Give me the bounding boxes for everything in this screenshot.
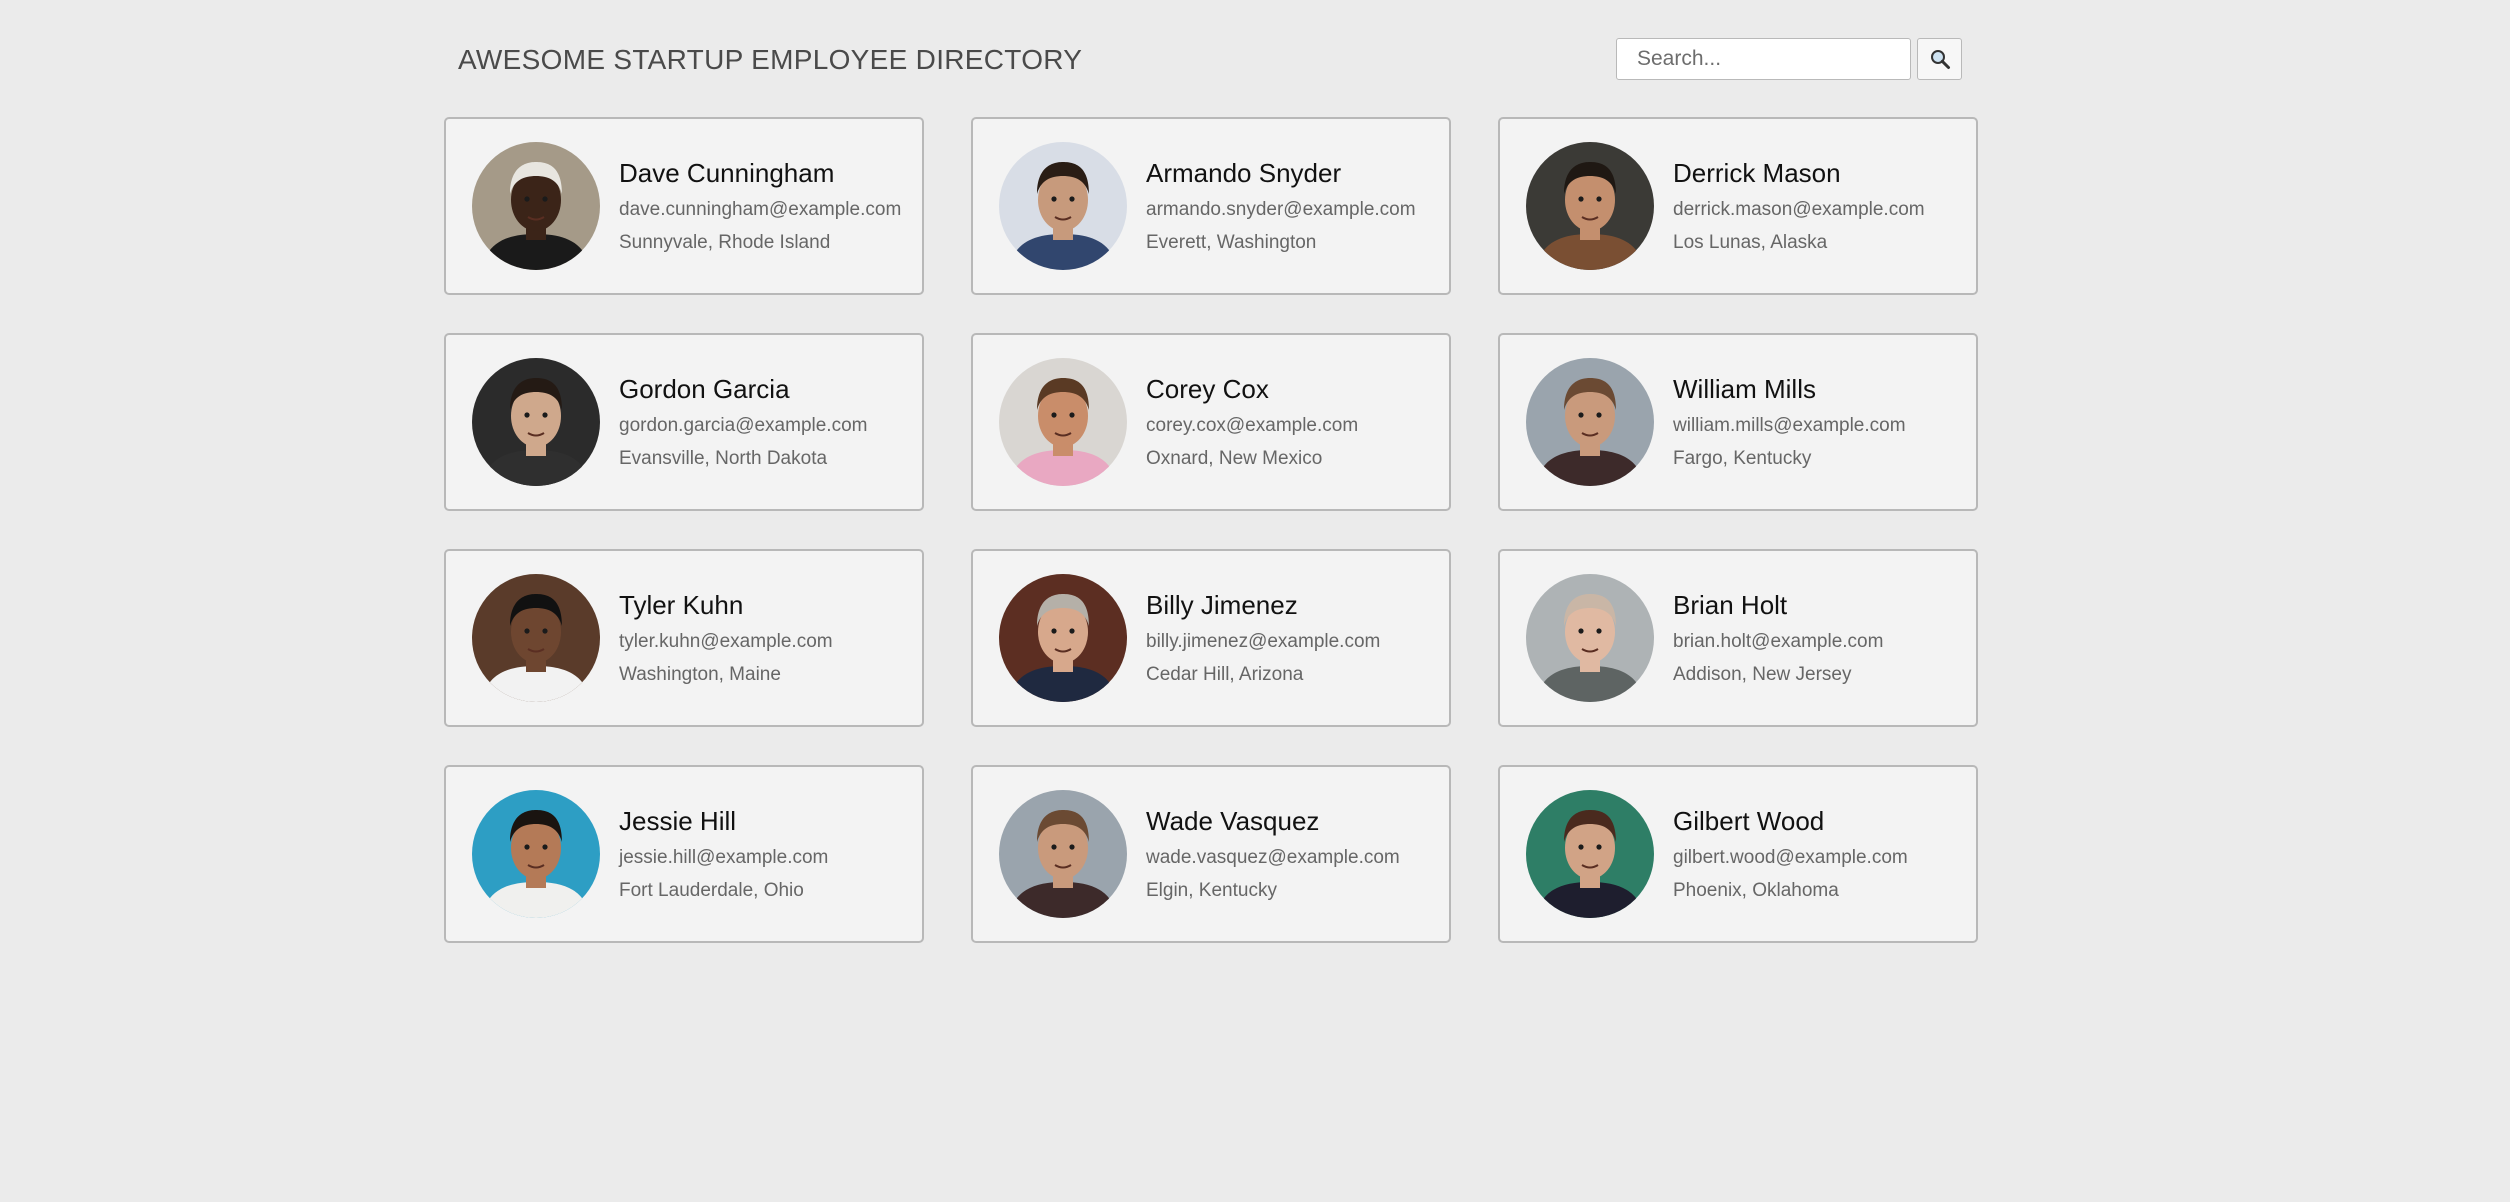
employee-card[interactable]: Tyler Kuhn tyler.kuhn@example.com Washin… [444, 549, 924, 727]
avatar [472, 142, 600, 270]
avatar-photo [472, 358, 600, 486]
avatar [999, 142, 1127, 270]
employee-info: Derrick Mason derrick.mason@example.com … [1673, 158, 1925, 254]
employee-email: wade.vasquez@example.com [1146, 847, 1400, 868]
employee-email: billy.jimenez@example.com [1146, 631, 1381, 652]
avatar-photo [1526, 142, 1654, 270]
employee-info: Wade Vasquez wade.vasquez@example.com El… [1146, 806, 1400, 902]
employee-card[interactable]: William Mills william.mills@example.com … [1498, 333, 1978, 511]
employee-info: William Mills william.mills@example.com … [1673, 374, 1906, 470]
employee-location: Phoenix, Oklahoma [1673, 880, 1839, 901]
employee-info: Brian Holt brian.holt@example.com Addiso… [1673, 590, 1883, 686]
employee-location: Elgin, Kentucky [1146, 880, 1277, 901]
employee-name: Jessie Hill [619, 806, 737, 836]
search-input[interactable] [1616, 38, 1911, 80]
avatar [472, 574, 600, 702]
avatar [1526, 358, 1654, 486]
employee-name: Armando Snyder [1146, 158, 1342, 188]
avatar-photo [1526, 358, 1654, 486]
avatar [999, 574, 1127, 702]
employee-info: Billy Jimenez billy.jimenez@example.com … [1146, 590, 1380, 686]
employee-email: william.mills@example.com [1673, 415, 1906, 436]
employee-card[interactable]: Armando Snyder armando.snyder@example.co… [971, 117, 1451, 295]
avatar-photo [1526, 790, 1654, 918]
employee-name: Gilbert Wood [1673, 806, 1825, 836]
employee-card[interactable]: Dave Cunningham dave.cunningham@example.… [444, 117, 924, 295]
employee-name: Wade Vasquez [1146, 806, 1320, 836]
employee-location: Fort Lauderdale, Ohio [619, 880, 804, 901]
employee-info: Armando Snyder armando.snyder@example.co… [1146, 158, 1416, 254]
employee-location: Oxnard, New Mexico [1146, 448, 1323, 469]
employee-name: Brian Holt [1673, 590, 1788, 620]
employee-info: Tyler Kuhn tyler.kuhn@example.com Washin… [619, 590, 833, 686]
employee-name: Dave Cunningham [619, 158, 835, 188]
avatar [1526, 574, 1654, 702]
employee-location: Sunnyvale, Rhode Island [619, 232, 831, 253]
avatar [1526, 142, 1654, 270]
employee-info: Corey Cox corey.cox@example.com Oxnard, … [1146, 374, 1358, 470]
employee-name: Corey Cox [1146, 374, 1269, 404]
employee-location: Washington, Maine [619, 664, 781, 685]
magnifier-icon [1930, 50, 1950, 69]
search-button[interactable] [1917, 38, 1962, 80]
employee-email: brian.holt@example.com [1673, 631, 1884, 652]
employee-info: Jessie Hill jessie.hill@example.com Fort… [619, 806, 828, 902]
avatar [1526, 790, 1654, 918]
employee-email: jessie.hill@example.com [619, 847, 829, 868]
employee-card[interactable]: Derrick Mason derrick.mason@example.com … [1498, 117, 1978, 295]
avatar-photo [472, 142, 600, 270]
employee-name: Derrick Mason [1673, 158, 1841, 188]
avatar [472, 790, 600, 918]
employee-email: armando.snyder@example.com [1146, 199, 1416, 220]
avatar [999, 358, 1127, 486]
employee-card[interactable]: Wade Vasquez wade.vasquez@example.com El… [971, 765, 1451, 943]
employee-location: Addison, New Jersey [1673, 664, 1852, 685]
employee-email: derrick.mason@example.com [1673, 199, 1925, 220]
employee-card[interactable]: Brian Holt brian.holt@example.com Addiso… [1498, 549, 1978, 727]
employee-location: Fargo, Kentucky [1673, 448, 1812, 469]
employee-location: Cedar Hill, Arizona [1146, 664, 1304, 685]
employee-location: Evansville, North Dakota [619, 448, 828, 469]
employee-info: Dave Cunningham dave.cunningham@example.… [619, 158, 901, 254]
employee-card[interactable]: Corey Cox corey.cox@example.com Oxnard, … [971, 333, 1451, 511]
employee-name: Billy Jimenez [1146, 590, 1298, 620]
employee-card[interactable]: Billy Jimenez billy.jimenez@example.com … [971, 549, 1451, 727]
employee-info: Gordon Garcia gordon.garcia@example.com … [619, 374, 867, 470]
avatar-photo [999, 358, 1127, 486]
avatar-photo [999, 574, 1127, 702]
employee-grid: Dave Cunningham dave.cunningham@example.… [444, 117, 1978, 943]
search-bar [1616, 38, 1962, 80]
avatar-photo [1526, 574, 1654, 702]
avatar-photo [472, 574, 600, 702]
employee-location: Los Lunas, Alaska [1673, 232, 1828, 253]
employee-email: dave.cunningham@example.com [619, 199, 902, 220]
employee-info: Gilbert Wood gilbert.wood@example.com Ph… [1673, 806, 1908, 902]
employee-name: William Mills [1673, 374, 1816, 404]
avatar-photo [999, 790, 1127, 918]
employee-card[interactable]: Gordon Garcia gordon.garcia@example.com … [444, 333, 924, 511]
employee-card[interactable]: Jessie Hill jessie.hill@example.com Fort… [444, 765, 924, 943]
employee-name: Tyler Kuhn [619, 590, 744, 620]
page: AWESOME STARTUP EMPLOYEE DIRECTORY Searc… [0, 0, 2510, 1202]
employee-email: gordon.garcia@example.com [619, 415, 868, 436]
employee-name: Gordon Garcia [619, 374, 790, 404]
employee-email: tyler.kuhn@example.com [619, 631, 833, 652]
avatar [999, 790, 1127, 918]
employee-card[interactable]: Gilbert Wood gilbert.wood@example.com Ph… [1498, 765, 1978, 943]
employee-email: corey.cox@example.com [1146, 415, 1359, 436]
avatar-photo [999, 142, 1127, 270]
page-title: AWESOME STARTUP EMPLOYEE DIRECTORY [458, 44, 1083, 75]
employee-email: gilbert.wood@example.com [1673, 847, 1908, 868]
employee-location: Everett, Washington [1146, 232, 1317, 253]
avatar-photo [472, 790, 600, 918]
avatar [472, 358, 600, 486]
